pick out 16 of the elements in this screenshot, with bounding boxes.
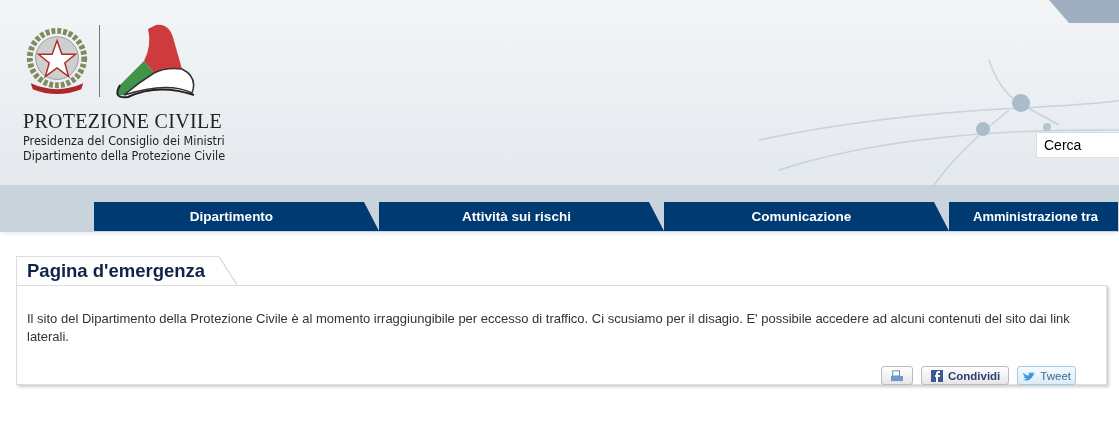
facebook-icon: [929, 369, 944, 382]
printer-icon: [889, 369, 904, 382]
tweet-button[interactable]: Tweet: [1017, 366, 1076, 385]
search-field[interactable]: Cerca: [1036, 132, 1119, 158]
nav-tab[interactable]: Dipartimento: [94, 202, 379, 231]
subtitle-line: Presidenza del Consiglio dei Ministri: [23, 133, 226, 148]
brand-name: PROTEZIONE CIVILE: [23, 110, 223, 133]
share-button[interactable]: Condividi: [920, 366, 1010, 385]
panel-title: Pagina d'emergenza: [16, 256, 220, 285]
body-text: Il sito del Dipartimento della Protezione Civile è al momento irraggiungibile per eccesso di traffico. Ci scusiamo per il disagio. E' possibile accedere ad alcuni contenuti del sito dai link laterali.: [27, 310, 1071, 346]
nav-tab[interactable]: Comunicazione: [664, 202, 949, 231]
subtitle-line: Dipartimento della Protezione Civile: [23, 148, 227, 163]
bird-icon: [1022, 369, 1037, 382]
nav-tab[interactable]: Amministrazione tra: [949, 202, 1118, 231]
nav-tab[interactable]: Attività sui rischi: [379, 202, 664, 231]
print-button[interactable]: [880, 366, 913, 385]
